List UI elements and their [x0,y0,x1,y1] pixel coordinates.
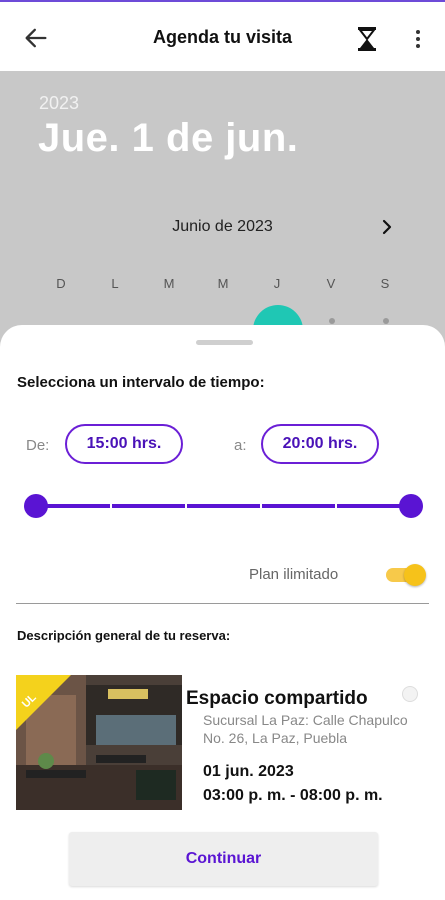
weekday-label: L [111,276,119,291]
plan-label: Plan ilimitado [249,566,339,583]
space-photo-illustration [16,675,182,810]
to-label: a: [234,437,247,454]
slider-tick [260,504,262,508]
app-bar: Agenda tu visita [0,0,445,71]
from-time-button[interactable]: 15:00 hrs. [65,424,183,464]
slider-start-handle[interactable] [24,494,48,518]
divider [16,603,429,604]
sheet-drag-handle[interactable] [196,340,253,345]
slider-tick [110,504,112,508]
check-circle-icon [402,686,418,702]
weekday-label: V [326,276,336,291]
more-vert-icon[interactable] [408,26,428,52]
slider-end-handle[interactable] [399,494,423,518]
reservation-date: 01 jun. 2023 [203,763,294,780]
weekday-label: D [56,276,66,291]
interval-title: Selecciona un intervalo de tiempo: [17,374,265,391]
description-title: Descripción general de tu reserva: [17,628,231,643]
space-title: Espacio compartido [186,688,368,709]
continue-button[interactable]: Continuar [69,832,378,886]
toggle-knob [404,564,426,586]
plan-toggle[interactable] [386,564,426,586]
weekday-header: D L M M J V S [34,276,412,291]
slider-tick [185,504,187,508]
reservation-time: 03:00 p. m. - 08:00 p. m. [203,787,383,804]
slider-tick [335,504,337,508]
chevron-right-icon[interactable] [378,217,396,237]
weekday-label: M [163,276,175,291]
selected-date: Jue. 1 de jun. [38,116,299,160]
from-label: De: [26,437,50,454]
calendar-year[interactable]: 2023 [39,93,79,114]
to-time-button[interactable]: 20:00 hrs. [261,424,379,464]
weekday-label: S [380,276,390,291]
hourglass-icon[interactable] [356,26,378,52]
bottom-sheet [0,325,445,900]
space-photo: UL [16,675,182,810]
weekday-label: M [217,276,229,291]
time-range-slider[interactable] [36,504,410,508]
calendar-day-dot [383,318,389,324]
page-title: Agenda tu visita [152,27,293,47]
weekday-label: J [273,276,281,291]
calendar-day-dot [329,318,335,324]
space-address: Sucursal La Paz: Calle Chapulco No. 26, … [203,712,408,746]
